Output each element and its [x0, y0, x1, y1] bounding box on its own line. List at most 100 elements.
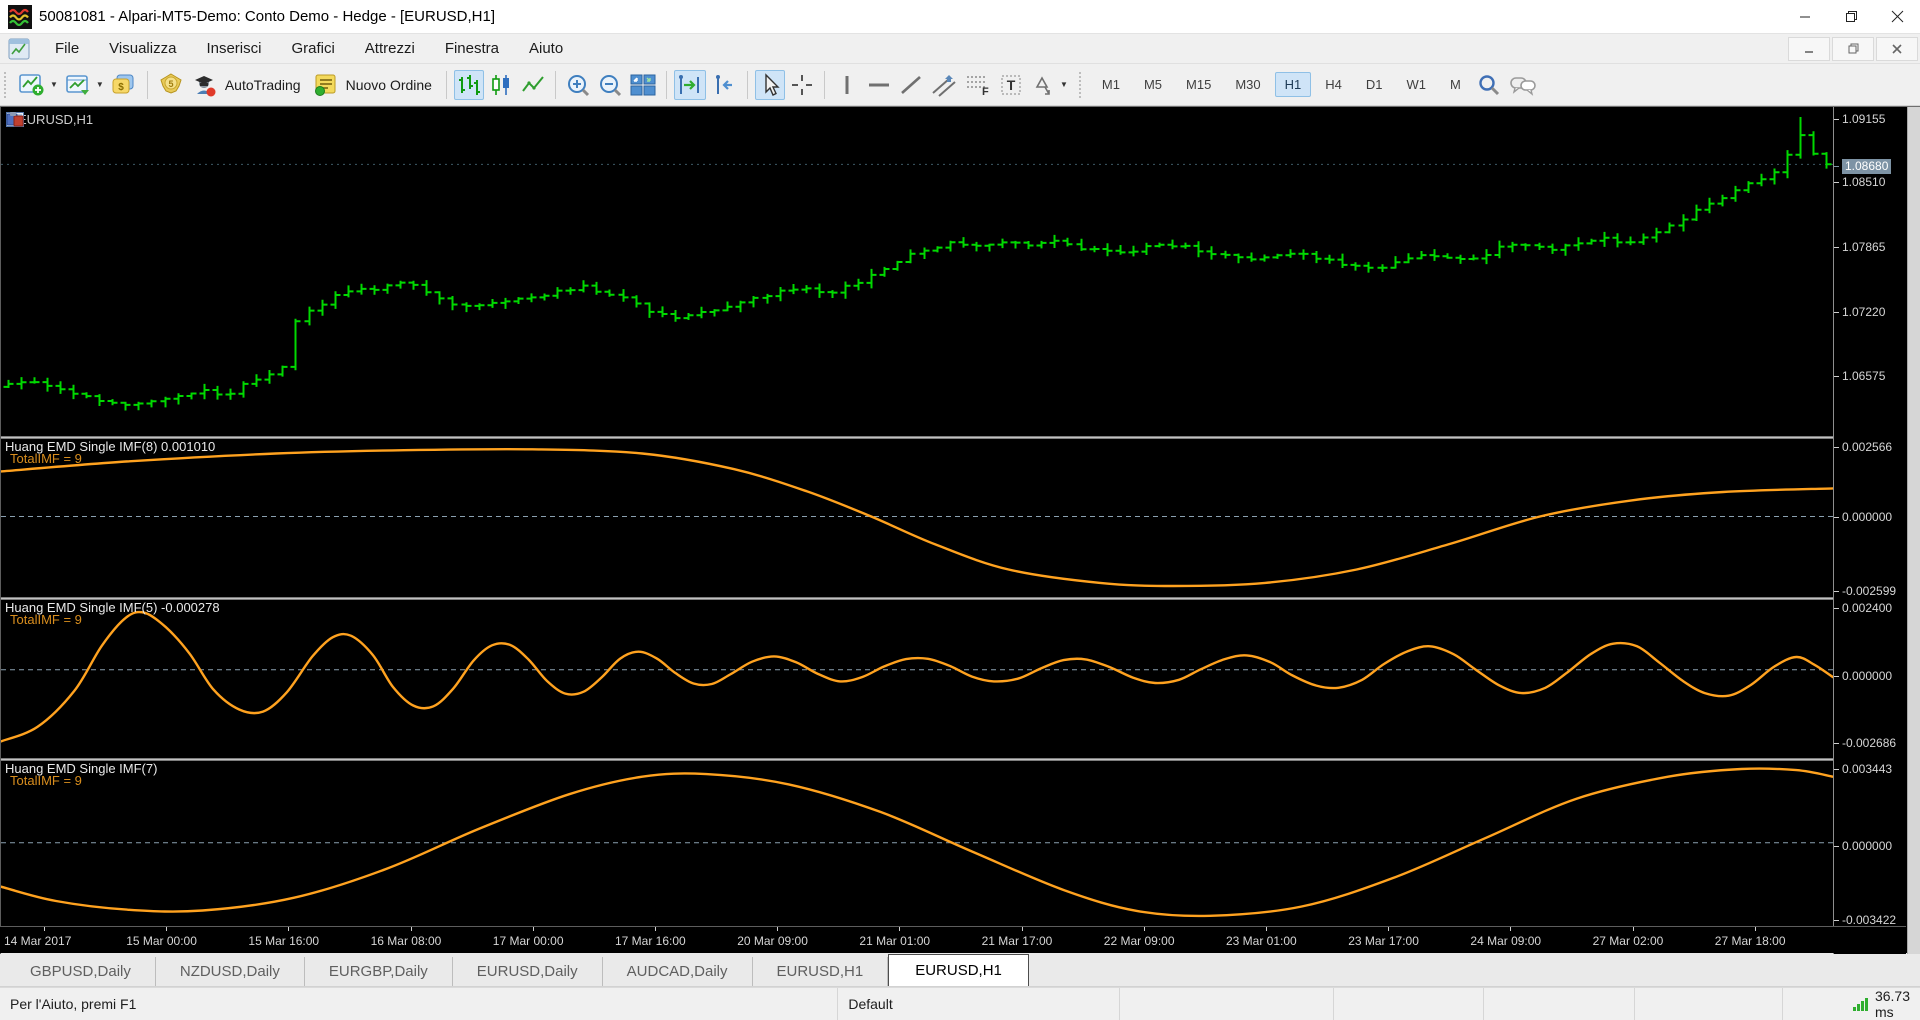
- indicator-pane-imf7[interactable]: Huang EMD Single IMF(7) TotalIMF = 9: [1, 761, 1833, 922]
- menu-finestra[interactable]: Finestra: [430, 34, 514, 64]
- child-minimize-icon: [1804, 44, 1814, 54]
- menu-attrezzi[interactable]: Attrezzi: [350, 34, 430, 64]
- price-tick-dash: [1834, 846, 1839, 847]
- chat-button[interactable]: [1506, 70, 1540, 100]
- market-watch-button[interactable]: $: [108, 70, 140, 100]
- algo-trading-button[interactable]: 5: [155, 70, 187, 100]
- child-close-button[interactable]: [1876, 37, 1918, 61]
- indicator-pane-imf8[interactable]: Huang EMD Single IMF(8) 0.001010 TotalIM…: [1, 439, 1833, 597]
- timeframe-w1[interactable]: W1: [1397, 72, 1437, 97]
- horizontal-line-tool-button[interactable]: [864, 70, 894, 100]
- price-tick: 0.003443: [1834, 762, 1892, 776]
- fibonacci-tool-button[interactable]: F: [962, 70, 994, 100]
- shapes-tool-button[interactable]: [1028, 70, 1058, 100]
- time-axis-label: 23 Mar 17:00: [1348, 934, 1419, 948]
- menu-grafici[interactable]: Grafici: [276, 34, 349, 64]
- chart-tab-0[interactable]: GBPUSD,Daily: [6, 957, 156, 986]
- chart-tab-1[interactable]: NZDUSD,Daily: [156, 957, 305, 986]
- price-tick: 0.002400: [1834, 601, 1892, 615]
- imf7-canvas[interactable]: [1, 761, 1833, 922]
- chart-tab-3[interactable]: EURUSD,Daily: [453, 957, 603, 986]
- chart-tab-4[interactable]: AUDCAD,Daily: [603, 957, 753, 986]
- new-chart-button[interactable]: [16, 70, 48, 100]
- autotrading-label[interactable]: AutoTrading: [225, 77, 301, 93]
- toolbar: ▼ ▼ $ 5: [0, 64, 1920, 106]
- menu-items: FileVisualizzaInserisciGraficiAttrezziFi…: [40, 34, 578, 64]
- timeframe-grip[interactable]: [1079, 72, 1085, 98]
- auto-scroll-button[interactable]: [674, 70, 706, 100]
- status-profile[interactable]: Default: [838, 988, 1120, 1020]
- chart-tab-5[interactable]: EURUSD,H1: [753, 957, 889, 986]
- profiles-button[interactable]: [62, 70, 94, 100]
- timeframe-m5[interactable]: M5: [1134, 72, 1172, 97]
- time-axis-tick: [533, 927, 534, 931]
- fibonacci-letter: F: [982, 86, 989, 97]
- chart-tab-6[interactable]: EURUSD,H1: [888, 954, 1029, 986]
- timeframe-row: M1M5M15M30H1H4D1W1M: [1090, 72, 1473, 97]
- search-icon: [1477, 73, 1501, 97]
- timeframe-m1[interactable]: M1: [1092, 72, 1130, 97]
- chart-tab-2[interactable]: EURGBP,Daily: [305, 957, 453, 986]
- close-button[interactable]: [1874, 0, 1920, 33]
- time-axis-label: 27 Mar 02:00: [1593, 934, 1664, 948]
- menu-visualizza[interactable]: Visualizza: [94, 34, 191, 64]
- timeframe-m30[interactable]: M30: [1225, 72, 1270, 97]
- price-axis[interactable]: 1.091551.085101.078651.072201.065751.086…: [1833, 107, 1906, 954]
- tile-windows-button[interactable]: [627, 70, 659, 100]
- price-chart-canvas[interactable]: [1, 107, 1833, 436]
- trendline-tool-button[interactable]: [896, 70, 926, 100]
- crosshair-button[interactable]: [787, 70, 817, 100]
- timeframe-h1[interactable]: H1: [1275, 72, 1312, 97]
- indicator-pane-imf5[interactable]: Huang EMD Single IMF(5) -0.000278 TotalI…: [1, 600, 1833, 758]
- shapes-tool-dropdown[interactable]: ▼: [1060, 80, 1068, 89]
- timeframe-h4[interactable]: H4: [1315, 72, 1352, 97]
- time-axis-tick: [1755, 927, 1756, 931]
- child-minimize-button[interactable]: [1788, 37, 1830, 61]
- indicator-label-block: Huang EMD Single IMF(8) 0.001010 TotalIM…: [5, 440, 215, 465]
- status-connection[interactable]: 36.73 ms: [1783, 988, 1920, 1020]
- line-chart-mode-button[interactable]: [518, 70, 548, 100]
- imf5-canvas[interactable]: [1, 600, 1833, 758]
- imf8-canvas[interactable]: [1, 439, 1833, 597]
- status-ping-text: 36.73 ms: [1875, 988, 1910, 1020]
- price-tick-dash: [1834, 676, 1839, 677]
- time-axis[interactable]: 14 Mar 201715 Mar 00:0015 Mar 16:0016 Ma…: [0, 926, 1906, 953]
- toolbar-grip[interactable]: [4, 72, 10, 98]
- price-tick-label: -0.003422: [1842, 913, 1896, 927]
- time-axis-label: 20 Mar 09:00: [737, 934, 808, 948]
- bar-chart-mode-button[interactable]: [454, 70, 484, 100]
- new-order-label[interactable]: Nuovo Ordine: [346, 77, 432, 93]
- minimize-button[interactable]: [1782, 0, 1828, 33]
- signal-bars-icon: [1853, 997, 1869, 1011]
- zoom-in-button[interactable]: [563, 70, 593, 100]
- child-restore-button[interactable]: [1832, 37, 1874, 61]
- restore-button[interactable]: [1828, 0, 1874, 33]
- profiles-dropdown[interactable]: ▼: [96, 80, 104, 89]
- text-tool-button[interactable]: T: [996, 70, 1026, 100]
- new-chart-dropdown[interactable]: ▼: [50, 80, 58, 89]
- chart-shift-button[interactable]: [708, 70, 740, 100]
- timeframe-m[interactable]: M: [1440, 72, 1471, 97]
- equidistant-channel-tool-button[interactable]: [928, 70, 960, 100]
- price-tick-label: 1.07865: [1842, 240, 1885, 254]
- chart-panes: EURUSD,H1 Huang EMD Single IMF(8) 0.0010…: [0, 107, 1833, 954]
- timeframe-m15[interactable]: M15: [1176, 72, 1221, 97]
- price-tick-label: -0.002686: [1842, 736, 1896, 750]
- menu-file[interactable]: File: [40, 34, 94, 64]
- auto-scroll-icon: [677, 73, 703, 97]
- time-axis-tick: [1144, 927, 1145, 931]
- one-click-trading-icon[interactable]: [6, 112, 24, 127]
- menu-inserisci[interactable]: Inserisci: [191, 34, 276, 64]
- fibonacci-icon: F: [965, 73, 991, 97]
- search-button[interactable]: [1474, 70, 1504, 100]
- crosshair-icon: [790, 73, 814, 97]
- zoom-out-button[interactable]: [595, 70, 625, 100]
- autotrading-button[interactable]: [189, 70, 221, 100]
- main-price-pane[interactable]: EURUSD,H1: [1, 107, 1833, 436]
- cursor-button[interactable]: [755, 70, 785, 100]
- new-order-button[interactable]: [310, 70, 342, 100]
- timeframe-d1[interactable]: D1: [1356, 72, 1393, 97]
- vertical-line-tool-button[interactable]: [832, 70, 862, 100]
- menu-aiuto[interactable]: Aiuto: [514, 34, 578, 64]
- candle-chart-mode-button[interactable]: [486, 70, 516, 100]
